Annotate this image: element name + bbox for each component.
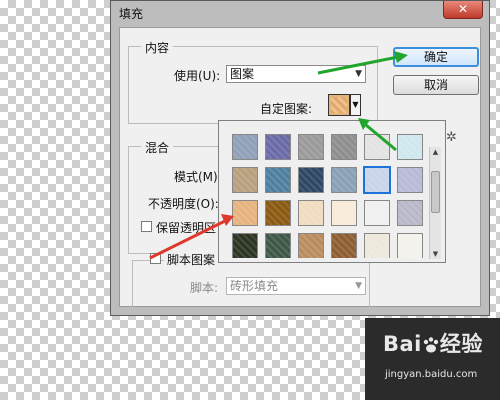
pattern-tile-dark-green[interactable] — [232, 233, 258, 258]
pattern-preview-texture — [331, 97, 347, 113]
script-select[interactable]: 砖形填充 ▼ — [226, 277, 366, 295]
opacity-label: 不透明度(O): — [148, 197, 219, 211]
script-label: 脚本: — [190, 281, 219, 295]
gear-icon[interactable]: ✲ — [446, 130, 457, 145]
use-select-value: 图案 — [230, 67, 255, 81]
pattern-grid — [230, 132, 428, 258]
pattern-tile-white-light[interactable] — [397, 233, 423, 258]
paw-icon — [423, 337, 439, 353]
preserve-transparency-label: 保留透明区 — [156, 221, 217, 235]
pattern-picker-panel: ▲ ▼ — [218, 120, 446, 263]
watermark-url: jingyan.baidu.com — [385, 369, 478, 380]
pattern-tile-gray-stripes[interactable] — [397, 200, 423, 226]
dialog-title: 填充 — [119, 7, 144, 21]
chevron-down-icon: ▼ — [352, 100, 359, 109]
chevron-down-icon: ▼ — [355, 69, 362, 79]
custom-pattern-swatch[interactable] — [328, 94, 350, 116]
script-pattern-label: 脚本图案 — [164, 251, 219, 268]
pattern-tile-light-purple[interactable] — [397, 167, 423, 193]
use-select[interactable]: 图案 ▼ — [226, 65, 366, 83]
scroll-up-icon[interactable]: ▲ — [430, 147, 441, 157]
cancel-button[interactable]: 取消 — [393, 75, 479, 95]
watermark-logo: Bai 经验 — [383, 328, 483, 358]
script-select-value: 砖形填充 — [230, 279, 279, 293]
pattern-tile-bubbles[interactable] — [232, 134, 258, 160]
custom-pattern-label: 自定图案: — [260, 102, 313, 116]
close-icon: ✕ — [457, 2, 469, 16]
contents-legend: 内容 — [141, 39, 174, 56]
pattern-tile-blue-gray[interactable] — [331, 167, 357, 193]
custom-pattern-dropdown[interactable]: ▼ — [350, 94, 361, 116]
use-label: 使用(U): — [174, 69, 221, 83]
pattern-tile-teal-blue[interactable] — [265, 167, 291, 193]
preserve-transparency-checkbox[interactable] — [141, 221, 152, 232]
chevron-down-icon: ▼ — [355, 281, 362, 291]
pattern-tile-khaki[interactable] — [232, 167, 258, 193]
close-button[interactable]: ✕ — [443, 1, 483, 19]
mode-label: 模式(M): — [174, 170, 222, 184]
title-bar[interactable]: 填充 ✕ — [111, 1, 489, 23]
pattern-tile-light-blue[interactable] — [363, 166, 391, 194]
pattern-tile-brown-wood[interactable] — [331, 233, 357, 258]
scroll-down-icon[interactable]: ▼ — [430, 249, 441, 259]
pattern-tile-white-lines[interactable] — [364, 200, 390, 226]
pattern-tile-gray-weave[interactable] — [298, 134, 324, 160]
pattern-tile-light-beige[interactable] — [298, 200, 324, 226]
baidu-jingyan-watermark: Bai 经验 jingyan.baidu.com — [383, 326, 495, 396]
pattern-tile-tie-dye[interactable] — [265, 134, 291, 160]
pattern-tile-white-crumpled[interactable] — [364, 233, 390, 258]
watermark-logo-text2: 经验 — [439, 332, 483, 356]
scroll-thumb[interactable] — [431, 171, 440, 213]
pattern-tile-orange-light[interactable] — [232, 200, 258, 226]
pattern-tile-navy-cloth[interactable] — [298, 167, 324, 193]
ok-button[interactable]: 确定 — [393, 47, 479, 67]
pattern-tile-sand-brown[interactable] — [298, 233, 324, 258]
pattern-tile-cream[interactable] — [331, 200, 357, 226]
pattern-tile-dark-teal[interactable] — [265, 233, 291, 258]
pattern-tile-light-cyan[interactable] — [397, 134, 423, 160]
pattern-tile-white-crinkle[interactable] — [364, 134, 390, 160]
watermark-logo-text: Bai — [383, 332, 422, 356]
blending-legend: 混合 — [141, 139, 174, 156]
script-pattern-checkbox[interactable] — [150, 253, 161, 264]
pattern-tile-gray[interactable] — [331, 134, 357, 160]
pattern-tile-brown-orange[interactable] — [265, 200, 291, 226]
pattern-scrollbar[interactable]: ▲ ▼ — [429, 147, 441, 259]
